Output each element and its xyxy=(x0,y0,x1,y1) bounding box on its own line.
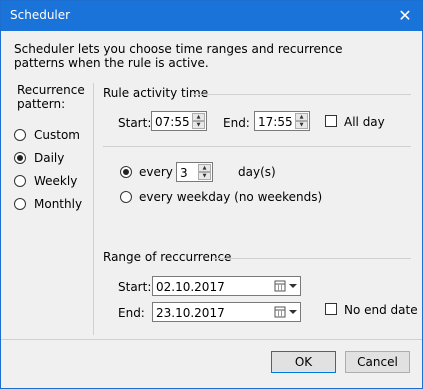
radio-weekly[interactable] xyxy=(14,175,26,187)
spinner-icon[interactable]: ▲ ▼ xyxy=(192,113,205,129)
no-end-date-label: No end date xyxy=(344,303,418,317)
radio-every-n-days[interactable] xyxy=(120,166,132,178)
radio-monthly[interactable] xyxy=(14,198,26,210)
radio-custom[interactable] xyxy=(14,129,26,141)
radio-weekly-label: Weekly xyxy=(34,174,78,188)
calendar-dropdown-icon[interactable] xyxy=(272,305,300,319)
cancel-button[interactable]: Cancel xyxy=(345,351,410,373)
calendar-dropdown-icon[interactable] xyxy=(272,279,300,293)
range-header-line xyxy=(213,258,411,259)
radio-daily-label: Daily xyxy=(34,151,65,165)
every-label: every xyxy=(139,165,173,179)
activity-end-time[interactable]: 17:55 ▲ ▼ xyxy=(254,111,310,131)
every-weekday-label: every weekday (no weekends) xyxy=(139,190,323,204)
all-day-checkbox[interactable] xyxy=(325,115,337,127)
radio-daily[interactable] xyxy=(14,152,26,164)
radio-custom-label: Custom xyxy=(34,128,80,142)
activity-end-label: End: xyxy=(223,116,250,130)
all-day-label: All day xyxy=(344,115,385,129)
range-end-date[interactable]: 23.10.2017 xyxy=(152,302,301,322)
spinner-icon[interactable]: ▲ ▼ xyxy=(198,164,211,180)
footer-divider xyxy=(1,339,422,340)
no-end-date-checkbox[interactable] xyxy=(325,303,337,315)
description-text: Scheduler lets you choose time ranges an… xyxy=(14,42,343,70)
title-bar: Scheduler ✕ xyxy=(1,1,422,31)
range-start-label: Start: xyxy=(118,280,152,294)
activity-section-label: Rule activity time xyxy=(103,86,209,100)
recurrence-pattern-label: Recurrence pattern: xyxy=(17,83,85,111)
activity-header-line xyxy=(193,94,411,95)
close-icon[interactable]: ✕ xyxy=(394,6,416,26)
vertical-divider xyxy=(93,83,94,335)
window-title: Scheduler xyxy=(10,8,71,22)
radio-monthly-label: Monthly xyxy=(34,197,83,211)
range-section-label: Range of reccurrence xyxy=(103,250,232,264)
section-divider xyxy=(103,146,411,147)
days-label: day(s) xyxy=(238,165,276,179)
range-start-date[interactable]: 02.10.2017 xyxy=(152,276,301,296)
range-end-label: End: xyxy=(118,306,145,320)
every-days-stepper[interactable]: 3 ▲ ▼ xyxy=(176,162,213,182)
activity-start-label: Start: xyxy=(118,116,152,130)
activity-start-time[interactable]: 07:55 ▲ ▼ xyxy=(151,111,207,131)
scheduler-dialog: Scheduler ✕ Scheduler lets you choose ti… xyxy=(0,0,423,389)
radio-every-weekday[interactable] xyxy=(120,191,132,203)
spinner-icon[interactable]: ▲ ▼ xyxy=(295,113,308,129)
ok-button[interactable]: OK xyxy=(271,351,336,373)
